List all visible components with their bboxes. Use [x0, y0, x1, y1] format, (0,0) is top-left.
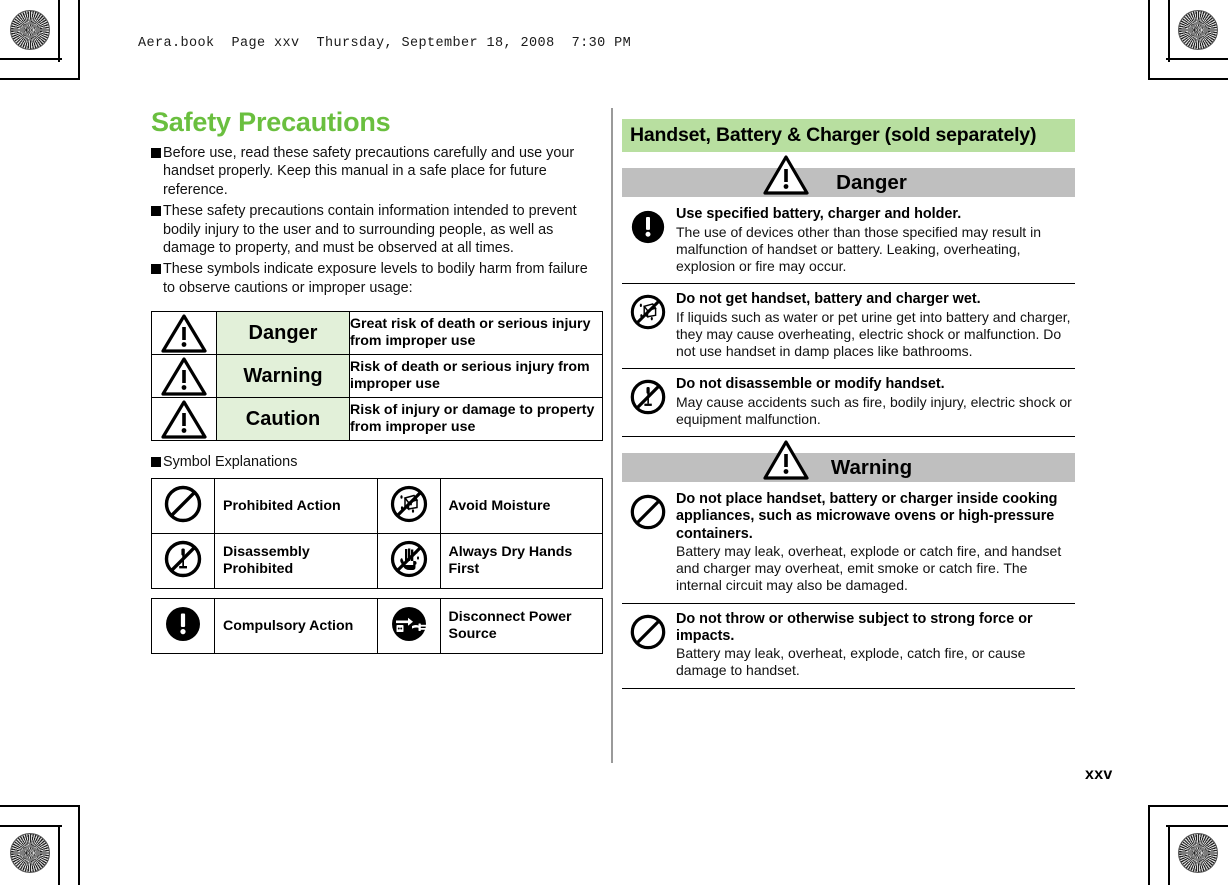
table-row: Danger Great risk of death or serious in…	[151, 311, 603, 356]
dry-hands-icon	[376, 533, 441, 590]
symbol-explanations-label: Symbol Explanations	[163, 454, 298, 471]
table-row: Prohibited Action Avoid Moisture	[151, 478, 603, 535]
symbol-label: Disassembly Prohibited	[214, 533, 378, 590]
entry-body: Battery may leak, overheat, explode or c…	[676, 542, 1062, 594]
avoid-moisture-icon	[622, 291, 674, 336]
list-item: These symbols indicate exposure levels t…	[151, 260, 603, 297]
risk-level-description: Risk of injury or damage to property fro…	[349, 397, 603, 442]
prohibition-circle-icon	[622, 491, 674, 536]
page-title: Safety Precautions	[151, 107, 391, 137]
entry-title: Do not throw or otherwise subject to str…	[676, 610, 1033, 644]
symbol-label: Disconnect Power Source	[439, 598, 603, 655]
entry-text: Do not disassemble or modify handset. Ma…	[674, 376, 1075, 428]
warning-triangle-icon	[151, 354, 217, 399]
entry-text: Do not throw or otherwise subject to str…	[674, 611, 1075, 680]
entry-body: The use of devices other than those spec…	[676, 223, 1041, 275]
table-row: Warning Risk of death or serious injury …	[151, 354, 603, 399]
warning-triangle-icon	[151, 397, 217, 442]
risk-level-description: Risk of death or serious injury from imp…	[349, 354, 603, 399]
section-header-warning: Warning	[622, 440, 1075, 483]
entry-text: Do not place handset, battery or charger…	[674, 491, 1075, 595]
symbol-label: Compulsory Action	[214, 598, 378, 655]
entry-title: Do not get handset, battery and charger …	[676, 291, 981, 308]
symbol-label: Avoid Moisture	[439, 478, 603, 535]
entry-body: May cause accidents such as fire, bodily…	[676, 393, 1072, 427]
disassembly-prohibited-icon	[151, 533, 215, 590]
page-number: xxv	[1085, 766, 1113, 783]
prohibition-circle-icon	[151, 478, 215, 535]
risk-level-table: Danger Great risk of death or serious in…	[151, 311, 603, 442]
symbol-table-compulsory: Compulsory Action Disconnect Power Sourc…	[151, 598, 603, 655]
safety-entry: Do not place handset, battery or charger…	[622, 484, 1075, 604]
table-row: Disassembly Prohibited Always Dry Hands …	[151, 533, 603, 590]
avoid-moisture-icon	[376, 478, 441, 535]
entry-text: Do not get handset, battery and charger …	[674, 291, 1075, 360]
safety-entry: Do not throw or otherwise subject to str…	[622, 604, 1075, 689]
risk-level-label: Danger	[216, 311, 350, 356]
column-divider	[611, 108, 613, 763]
prohibition-circle-icon	[622, 611, 674, 656]
square-bullet-icon	[151, 457, 161, 468]
square-bullet-icon	[151, 205, 161, 216]
section-header-danger: Danger	[622, 155, 1075, 198]
square-bullet-icon	[151, 264, 161, 274]
entry-title: Do not place handset, battery or charger…	[676, 491, 1058, 542]
bullet-text: Before use, read these safety precaution…	[163, 144, 575, 199]
entry-title: Use specified battery, charger and holde…	[676, 206, 962, 223]
table-row: Caution Risk of injury or damage to prop…	[151, 397, 603, 442]
compulsory-action-icon	[151, 598, 215, 655]
entry-title: Do not disassemble or modify handset.	[676, 376, 945, 393]
symbol-label: Prohibited Action	[214, 478, 378, 535]
left-column: Safety Precautions Before use, read thes…	[151, 107, 603, 655]
entry-text: Use specified battery, charger and holde…	[674, 206, 1075, 275]
bullet-text: These symbols indicate exposure levels t…	[163, 261, 588, 296]
safety-entry: Do not get handset, battery and charger …	[622, 284, 1075, 370]
bullet-text: These safety precautions contain informa…	[163, 202, 577, 257]
symbol-label: Always Dry Hands First	[439, 533, 603, 590]
compulsory-action-icon	[622, 206, 674, 251]
list-item: These safety precautions contain informa…	[151, 202, 603, 258]
page-body: Safety Precautions Before use, read thes…	[0, 0, 1228, 885]
entry-body: If liquids such as water or pet urine ge…	[676, 308, 1071, 360]
table-row: Compulsory Action Disconnect Power Sourc…	[151, 598, 603, 655]
section-heading-label: Danger	[836, 171, 907, 195]
intro-bullet-list: Before use, read these safety precaution…	[151, 144, 603, 298]
disassembly-prohibited-icon	[622, 376, 674, 421]
warning-triangle-icon	[151, 311, 217, 356]
symbol-explanations-heading: Symbol Explanations	[151, 454, 603, 470]
risk-level-description: Great risk of death or serious injury fr…	[349, 311, 603, 356]
risk-level-label: Caution	[216, 397, 350, 442]
safety-entry: Do not disassemble or modify handset. Ma…	[622, 369, 1075, 438]
right-column: Handset, Battery & Charger (sold separat…	[622, 119, 1075, 689]
section-heading-label: Warning	[830, 456, 913, 480]
entry-body: Battery may leak, overheat, explode, cat…	[676, 645, 1026, 679]
symbol-table-prohibition: Prohibited Action Avoid Moisture Disasse…	[151, 478, 603, 590]
square-bullet-icon	[151, 147, 161, 158]
safety-entry: Use specified battery, charger and holde…	[622, 199, 1075, 285]
list-item: Before use, read these safety precaution…	[151, 144, 603, 200]
section-banner: Handset, Battery & Charger (sold separat…	[622, 119, 1075, 153]
risk-level-label: Warning	[216, 354, 350, 399]
disconnect-power-icon	[376, 598, 441, 655]
